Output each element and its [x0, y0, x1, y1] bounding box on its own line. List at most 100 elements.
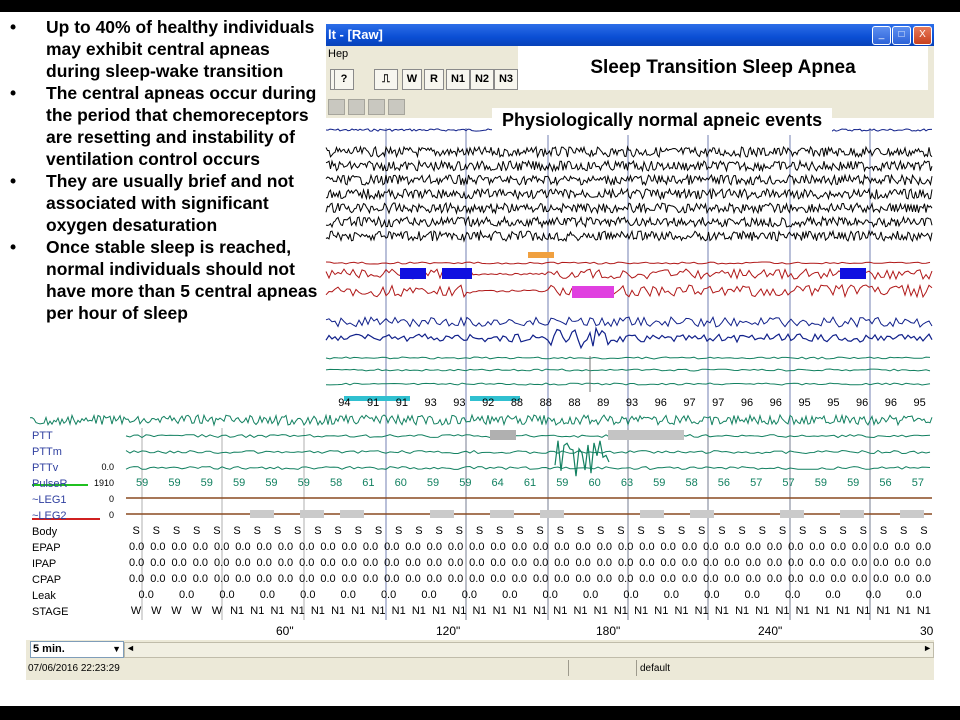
- row-cell: 0.0: [865, 589, 882, 601]
- cpap-value-row: 0.0 0.0 0.0 0.0 0.0 0.0 0.0 0.0 0.0 0.0 0.0 0.0 0.0 0…: [126, 572, 934, 588]
- row-cell: 0.0: [421, 589, 437, 601]
- row-cell: 0.0: [138, 589, 154, 601]
- row-cell: 0.0: [915, 557, 931, 569]
- channel-label-cpap[interactable]: CPAP: [32, 572, 61, 588]
- pulse-artifact-trace: [554, 440, 610, 477]
- leg-marker: [900, 510, 924, 518]
- channel-label-body[interactable]: Body: [32, 524, 57, 540]
- scroll-right-icon[interactable]: ►: [923, 643, 932, 653]
- channel-label-epap[interactable]: EPAP: [32, 540, 61, 556]
- channel-scale-pulser: 1910: [93, 478, 114, 488]
- leg-marker: [690, 510, 714, 518]
- eeg-trace: [325, 173, 933, 187]
- row-cell: 0.0: [219, 589, 235, 601]
- callout-subtitle: Physiologically normal apneic events: [492, 108, 833, 135]
- bottom-panel: 5 min. ▼ ◄ ► 07/06/2016 22:23:29 default: [26, 640, 934, 680]
- pttm-trace: [125, 449, 931, 455]
- central-apnea-event: [442, 268, 472, 279]
- central-apnea-event: [840, 268, 866, 279]
- central-apnea-event: [400, 268, 426, 279]
- epoch-length-value: 5 min.: [33, 643, 65, 655]
- pulse-value-row: 59 59 59 59 59 59 58 61 60 59 59 64 61 59 60 63 59 58 56 57…: [126, 476, 934, 492]
- leg-marker: [340, 510, 364, 518]
- row-cell: S: [920, 525, 928, 537]
- status-montage: default: [640, 663, 671, 674]
- channel-label-leg1[interactable]: ~LEG1: [32, 492, 67, 508]
- time-axis: 60" 120" 180" 240" 30: [126, 620, 934, 640]
- eeg-trace: [325, 229, 933, 243]
- ptt-trace: [125, 434, 931, 439]
- epoch-length-select[interactable]: 5 min. ▼: [30, 641, 124, 658]
- ptt-marker: [490, 430, 516, 440]
- status-divider: [568, 660, 569, 676]
- channel-label-pttm[interactable]: PTTm: [32, 444, 62, 460]
- eeg-trace: [325, 201, 933, 215]
- leg-marker: [430, 510, 454, 518]
- ptt-marker: [608, 430, 684, 440]
- channel-label-pttv[interactable]: PTTv: [32, 460, 58, 476]
- effort-trace: [325, 316, 933, 329]
- leg-marker: [300, 510, 324, 518]
- channel-label-leak[interactable]: Leak: [32, 588, 56, 604]
- row-cell: 0.0: [340, 589, 356, 601]
- row-cell: 0.0: [380, 589, 397, 601]
- row-cell: 0.0: [915, 541, 931, 553]
- channel-label-ptt[interactable]: PTT: [32, 428, 53, 444]
- row-cell: N1: [916, 605, 931, 617]
- body-position-row: SSSSSSSSSSSSSSSSSSSSSSSSSSSSSSSSSSSSSSSS: [126, 524, 934, 540]
- eeg-trace: [325, 159, 933, 173]
- channel-scale-leg2: 0: [108, 510, 114, 520]
- status-timestamp: 07/06/2016 22:23:29: [28, 663, 120, 674]
- row-cell: 0.0: [744, 589, 760, 601]
- row-cell: 0.0: [582, 589, 599, 601]
- row-cell: 0.0: [704, 589, 720, 601]
- channel-label-leg2[interactable]: ~LEG2: [32, 508, 67, 524]
- leak-value-row: 0.0 0.0 0.0 0.0 0.0 0.0 0.0 0.0 0.0 0.0 0.0 0.0 0.0 0…: [126, 588, 934, 604]
- channel-scale-pttv: 0.0: [101, 462, 114, 472]
- time-label: 180": [596, 624, 621, 638]
- slide-bottom-band: [0, 706, 960, 720]
- time-label: 30: [920, 624, 934, 638]
- row-cell: 95: [913, 397, 926, 409]
- leg-marker: [840, 510, 864, 518]
- row-cell: 0.0: [461, 589, 478, 601]
- row-cell: 0.0: [623, 589, 639, 601]
- airflow-trace: [325, 283, 933, 299]
- leg-marker: [490, 510, 514, 518]
- channel-name-column: PTT PTTm PTTv 0.0 PulseR 1910 ~LEG1 0 ~L…: [30, 428, 122, 620]
- row-cell: 0.0: [178, 589, 195, 601]
- row-cell: 0.0: [663, 589, 680, 601]
- effort-trace: [325, 326, 933, 350]
- arousal-marker: [528, 252, 554, 258]
- eeg-trace: [325, 187, 933, 201]
- row-cell: 0.0: [259, 589, 276, 601]
- leg-marker: [540, 510, 564, 518]
- row-cell: 0.0: [825, 589, 841, 601]
- row-cell: 0.0: [915, 573, 931, 585]
- status-bar: 07/06/2016 22:23:29 default: [26, 660, 934, 676]
- channel-label-pulser[interactable]: PulseR: [32, 476, 67, 492]
- scroll-left-icon[interactable]: ◄: [126, 643, 135, 653]
- channel-scale-leg1: 0: [108, 494, 114, 504]
- eeg-trace: [325, 215, 933, 229]
- chevron-down-icon[interactable]: ▼: [112, 642, 121, 657]
- pleth-trace: [29, 413, 933, 427]
- callout-title: Sleep Transition Sleep Apnea: [518, 46, 928, 90]
- eeg-trace: [325, 145, 933, 159]
- spo2-value-row: 94 91 91 93 93 92 88 88 88 89 93 96 97 97 96 96 95 95 96 96…: [330, 396, 934, 412]
- row-cell: 0.0: [542, 589, 558, 601]
- sleep-stage-row: W W W W W N1 N1 N1 N1 N1 N1 N1 N1 N1 N1 N1 N1 N1 N1 N1 N1 N1 N…: [126, 604, 934, 620]
- row-cell: 0.0: [784, 589, 801, 601]
- leg-marker: [780, 510, 804, 518]
- channel-label-ipap[interactable]: IPAP: [32, 556, 56, 572]
- channel-label-stage[interactable]: STAGE: [32, 604, 68, 620]
- time-label: 240": [758, 624, 783, 638]
- row-cell: 0.0: [502, 589, 518, 601]
- row-cell: 57: [911, 477, 924, 489]
- ipap-value-row: 0.0 0.0 0.0 0.0 0.0 0.0 0.0 0.0 0.0 0.0 0.0 0.0 0.0 0…: [126, 556, 934, 572]
- horizontal-scrollbar[interactable]: ◄ ►: [124, 642, 934, 658]
- status-divider: [636, 660, 637, 676]
- row-cell: 0.0: [300, 589, 316, 601]
- leg-marker: [250, 510, 274, 518]
- time-label: 120": [436, 624, 461, 638]
